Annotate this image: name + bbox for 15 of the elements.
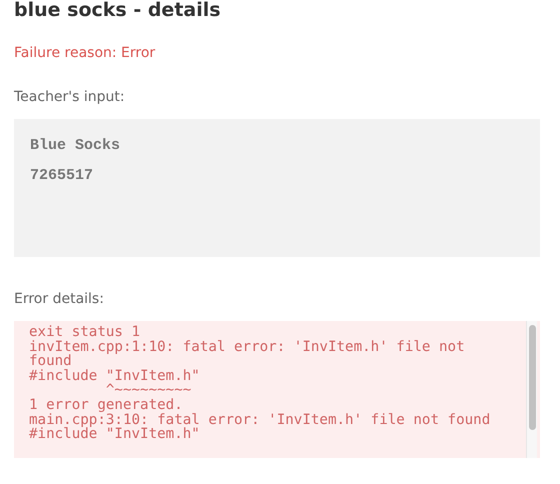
failure-reason: Failure reason: Error	[14, 45, 156, 61]
error-line: ^~~~~~~~~~	[106, 383, 192, 398]
section-label: Error details:	[14, 291, 104, 307]
error-line: #include "InvItem.h"	[29, 368, 201, 384]
page-title: blue socks - details	[14, 0, 222, 20]
scrollbar-thumb[interactable]	[529, 325, 536, 430]
error-line: main.cpp:3:10: fatal error: 'InvItem.h' file not found	[29, 412, 492, 428]
input-line: 7265517	[30, 166, 94, 186]
input-line: Blue Socks	[30, 136, 120, 156]
scrollbar[interactable]	[526, 321, 537, 458]
section-label: Teacher's input:	[14, 89, 125, 105]
error-line: #include "InvItem.h"	[29, 427, 201, 442]
error-line: exit status 1	[29, 325, 142, 340]
error-line: 1 error generated.	[29, 398, 184, 413]
error-line: invItem.cpp:1:10: fatal error: 'InvItem.h' file not found	[29, 340, 466, 369]
